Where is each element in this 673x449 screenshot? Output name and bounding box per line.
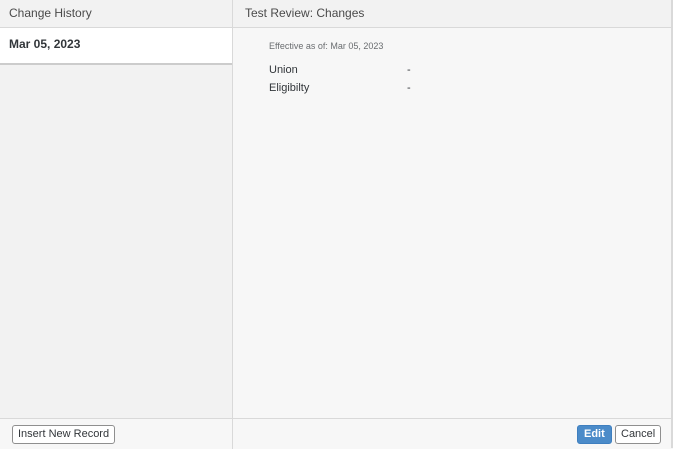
cancel-button[interactable]: Cancel: [615, 425, 662, 444]
field-label: Eligibilty: [269, 82, 310, 94]
change-history-dialog: Change History Mar 05, 2023 Test Review:…: [0, 0, 673, 449]
footer-divider: [232, 419, 233, 449]
field-value: -: [407, 64, 411, 76]
changes-content: Effective as of: Mar 05, 2023 Union - El…: [233, 28, 671, 97]
effective-date-text: Effective as of: Mar 05, 2023: [269, 41, 384, 51]
changes-detail-pane: Test Review: Changes Effective as of: Ma…: [233, 0, 671, 418]
field-row-union: Union -: [269, 61, 671, 79]
insert-new-record-button[interactable]: Insert New Record: [12, 425, 116, 444]
dialog-footer: Insert New Record Edit Cancel: [0, 418, 671, 449]
change-history-title: Change History: [0, 0, 232, 28]
field-label: Union: [269, 64, 298, 76]
history-item-label: Mar 05, 2023: [9, 37, 81, 51]
edit-button[interactable]: Edit: [577, 425, 612, 444]
change-history-pane: Change History Mar 05, 2023: [0, 0, 233, 418]
field-value: -: [407, 82, 411, 94]
changes-detail-title: Test Review: Changes: [233, 0, 671, 28]
history-item[interactable]: Mar 05, 2023: [0, 28, 232, 65]
field-row-eligibility: Eligibilty -: [269, 79, 671, 97]
